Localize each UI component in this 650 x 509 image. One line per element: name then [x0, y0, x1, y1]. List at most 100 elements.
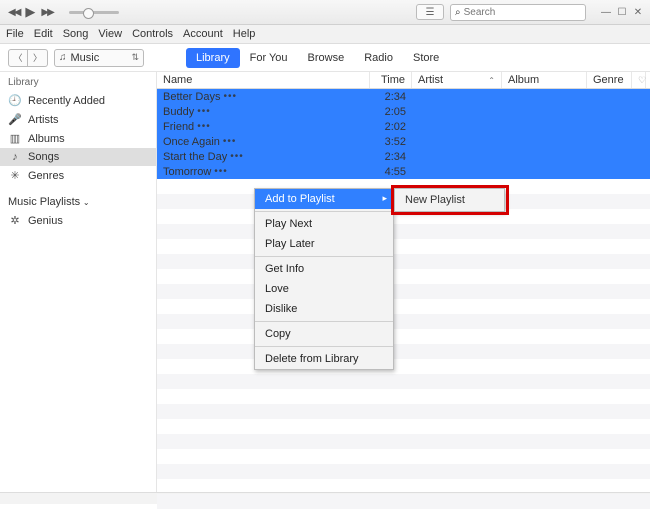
empty-row	[157, 344, 650, 359]
search-icon: ⌕	[455, 7, 461, 18]
chevron-updown-icon: ⇅	[131, 52, 139, 63]
menu-item[interactable]: Copy	[255, 324, 393, 344]
menu-file[interactable]: File	[6, 28, 24, 40]
menu-item[interactable]: Play Later	[255, 234, 393, 254]
column-album[interactable]: Album	[502, 72, 587, 88]
list-view-button[interactable]: ☰	[416, 4, 444, 20]
more-icon[interactable]: •••	[230, 151, 244, 162]
sidebar: Library 🕘Recently Added 🎤Artists ▥Albums…	[0, 72, 157, 492]
empty-row	[157, 284, 650, 299]
sidebar-item-label: Songs	[28, 151, 59, 163]
menu-help[interactable]: Help	[233, 28, 256, 40]
track-name: Start the Day	[163, 151, 227, 163]
sidebar-item-label: Genius	[28, 215, 63, 227]
table-header: Name Time Artist⌃ Album Genre ♡	[157, 72, 650, 89]
menu-item[interactable]: Play Next	[255, 214, 393, 234]
heart-icon: ♡	[638, 75, 646, 86]
sidebar-header-library: Library	[0, 72, 156, 91]
menu-separator	[255, 256, 393, 257]
menu-account[interactable]: Account	[183, 28, 223, 40]
forward-button-nav[interactable]: 〉	[28, 49, 48, 67]
column-artist[interactable]: Artist⌃	[412, 72, 502, 88]
media-selector-label: Music	[71, 52, 100, 64]
forward-button[interactable]: ▶▶	[41, 7, 52, 18]
table-row[interactable]: Once Again ••• 3:52	[157, 134, 650, 149]
menu-controls[interactable]: Controls	[132, 28, 173, 40]
menu-song[interactable]: Song	[63, 28, 89, 40]
more-icon[interactable]: •••	[197, 121, 211, 132]
sidebar-item-label: Artists	[28, 114, 59, 126]
table-row[interactable]: Buddy ••• 2:05	[157, 104, 650, 119]
empty-row	[157, 464, 650, 479]
empty-row	[157, 329, 650, 344]
menu-item[interactable]: Love	[255, 279, 393, 299]
empty-row	[157, 254, 650, 269]
sidebar-header-playlists[interactable]: Music Playlists ⌄	[0, 191, 156, 211]
search-input[interactable]: ⌕	[450, 4, 586, 21]
empty-row	[157, 434, 650, 449]
title-bar: ◀◀ ▶ ▶▶ ☰ ⌕ — ☐ ✕	[0, 0, 650, 25]
menu-bar: File Edit Song View Controls Account Hel…	[0, 25, 650, 44]
menu-separator	[255, 211, 393, 212]
track-time: 2:05	[370, 106, 412, 118]
empty-row	[157, 269, 650, 284]
track-name: Once Again	[163, 136, 220, 148]
media-selector[interactable]: Music ⇅	[54, 49, 144, 67]
volume-slider[interactable]	[69, 11, 119, 14]
tab-library[interactable]: Library	[186, 48, 240, 68]
empty-row	[157, 299, 650, 314]
tab-browse[interactable]: Browse	[298, 48, 355, 68]
empty-row	[157, 314, 650, 329]
more-icon[interactable]: •••	[223, 136, 237, 147]
table-row[interactable]: Friend •••2:02	[157, 119, 650, 134]
track-time: 3:52	[370, 136, 412, 148]
menu-item[interactable]: Dislike	[255, 299, 393, 319]
sidebar-item-songs[interactable]: ♪Songs	[0, 148, 156, 166]
sidebar-item-genres[interactable]: ✳Genres	[0, 166, 156, 185]
tab-for-you[interactable]: For You	[240, 48, 298, 68]
column-love[interactable]: ♡	[632, 72, 646, 88]
track-time: 2:34	[370, 151, 412, 163]
rewind-button[interactable]: ◀◀	[8, 7, 19, 18]
sort-caret-icon: ⌃	[488, 76, 495, 85]
table-row[interactable]: Better Days ••• 2:34	[157, 89, 650, 104]
track-name: Buddy	[163, 106, 194, 118]
genre-icon: ✳	[8, 169, 22, 182]
empty-row	[157, 449, 650, 464]
sidebar-item-albums[interactable]: ▥Albums	[0, 129, 156, 148]
close-button[interactable]: ✕	[632, 6, 644, 18]
menu-item[interactable]: Delete from Library	[255, 349, 393, 369]
empty-row	[157, 239, 650, 254]
track-name: Better Days	[163, 91, 220, 103]
sidebar-item-genius[interactable]: ✲Genius	[0, 211, 156, 230]
track-time: 2:34	[370, 91, 412, 103]
tab-store[interactable]: Store	[403, 48, 449, 68]
track-time: 4:55	[370, 166, 412, 178]
back-button[interactable]: 〈	[8, 49, 28, 67]
maximize-button[interactable]: ☐	[616, 6, 628, 18]
column-time[interactable]: Time	[370, 72, 412, 88]
menu-item[interactable]: Add to Playlist▸	[255, 189, 393, 209]
column-name[interactable]: Name	[157, 72, 370, 88]
minimize-button[interactable]: —	[600, 6, 612, 18]
column-genre[interactable]: Genre	[587, 72, 632, 88]
play-button[interactable]: ▶	[25, 4, 35, 20]
table-row[interactable]: Start the Day ••• 2:34	[157, 149, 650, 164]
more-icon[interactable]: •••	[197, 106, 211, 117]
sidebar-item-artists[interactable]: 🎤Artists	[0, 110, 156, 129]
more-icon[interactable]: •••	[214, 166, 228, 177]
table-row[interactable]: Tomorrow ••• 4:55	[157, 164, 650, 179]
track-name: Friend	[163, 121, 194, 133]
context-menu: Add to Playlist▸ Play NextPlay Later Get I…	[254, 188, 394, 370]
empty-row	[157, 224, 650, 239]
menu-separator	[255, 346, 393, 347]
track-name: Tomorrow	[163, 166, 211, 178]
tab-radio[interactable]: Radio	[354, 48, 403, 68]
menu-view[interactable]: View	[98, 28, 122, 40]
context-submenu-new-playlist[interactable]: New Playlist	[394, 188, 505, 212]
more-icon[interactable]: •••	[223, 91, 237, 102]
menu-edit[interactable]: Edit	[34, 28, 53, 40]
sidebar-item-recently-added[interactable]: 🕘Recently Added	[0, 91, 156, 110]
menu-item[interactable]: Get Info	[255, 259, 393, 279]
album-icon: ▥	[8, 132, 22, 145]
